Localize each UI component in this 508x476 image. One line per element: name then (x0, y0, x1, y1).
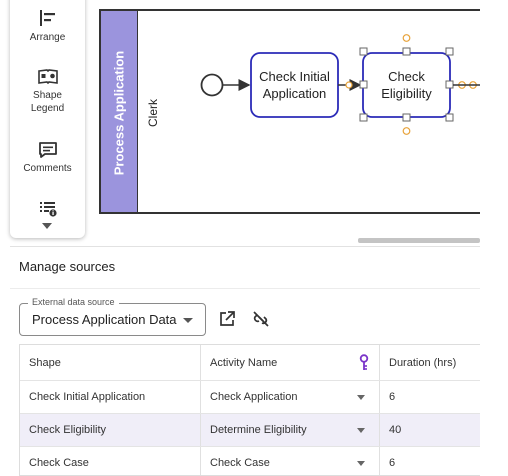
task-label-line: Eligibility (381, 86, 432, 101)
data-info-button[interactable] (10, 200, 85, 218)
cell-duration[interactable]: 40 (380, 414, 480, 446)
activity-name-dropdown[interactable]: Check Case (201, 447, 380, 475)
shape-legend-icon (37, 69, 58, 85)
key-icon[interactable] (359, 354, 369, 371)
column-header-duration[interactable]: Duration (hrs) (380, 345, 480, 380)
cell-shape: Check Initial Application (20, 381, 201, 413)
open-external-icon (220, 311, 235, 326)
data-grid: Shape Activity Name Duration (hrs) Check… (19, 344, 480, 476)
cell-duration[interactable]: 6 (380, 447, 480, 475)
external-data-source-legend: External data source (28, 297, 119, 307)
panel-title: Manage sources (19, 259, 116, 274)
task-label-line: Check (388, 69, 425, 84)
caret-down-icon[interactable] (357, 428, 365, 433)
cell-shape: Check Case (20, 447, 201, 475)
unlink-icon (253, 311, 269, 327)
comments-label: Comments (23, 163, 72, 174)
task-label-line: Check Initial (259, 69, 330, 84)
activity-name-dropdown[interactable]: Determine Eligibility (201, 414, 380, 446)
shape-toolbar: Arrange Shape Legend Comments (10, 0, 85, 238)
table-row[interactable]: Check Initial Application Check Applicat… (20, 381, 480, 414)
connection-point[interactable] (345, 81, 353, 89)
column-header-activity-name[interactable]: Activity Name (201, 345, 380, 380)
caret-down-icon[interactable] (357, 395, 365, 400)
cell-duration[interactable]: 6 (380, 381, 480, 413)
chevron-down-icon[interactable] (42, 223, 52, 229)
comments-icon (38, 142, 57, 158)
task-check-eligibility[interactable]: Check Eligibility (362, 52, 451, 118)
column-header-shape[interactable]: Shape (20, 345, 201, 380)
column-header-label: Activity Name (210, 356, 278, 369)
cell-activity: Determine Eligibility (210, 424, 307, 436)
data-info-icon (39, 202, 57, 217)
panel-divider (10, 246, 480, 247)
activity-name-dropdown[interactable]: Check Application (201, 381, 380, 413)
start-event[interactable] (200, 73, 224, 97)
table-row[interactable]: Check Case Check Case 6 (20, 447, 480, 475)
horizontal-scrollbar[interactable] (358, 238, 480, 243)
caret-down-icon (183, 318, 193, 323)
diagram-canvas[interactable]: Process Application Clerk Check Initial … (97, 0, 480, 242)
divider (10, 288, 480, 289)
unlink-button[interactable] (251, 310, 271, 330)
task-check-initial-application[interactable]: Check Initial Application (250, 52, 339, 118)
arrange-icon (39, 10, 55, 26)
table-row[interactable]: Check Eligibility Determine Eligibility … (20, 414, 480, 447)
cell-activity: Check Application (210, 391, 298, 403)
task-label-line: Application (263, 86, 327, 101)
open-external-button[interactable] (218, 310, 238, 330)
cell-activity: Check Case (210, 457, 270, 469)
shape-legend-button[interactable]: Shape Legend (10, 68, 85, 115)
process-diagram: Check Initial Application Check Eligibil… (200, 34, 480, 135)
arrange-button[interactable]: Arrange (10, 8, 85, 44)
arrange-label: Arrange (29, 32, 66, 43)
comments-button[interactable]: Comments (10, 141, 85, 175)
shape-legend-label: Shape Legend (30, 90, 65, 114)
external-data-source-value: Process Application Data (32, 312, 177, 327)
grid-header-row: Shape Activity Name Duration (hrs) (20, 345, 480, 381)
cell-shape: Check Eligibility (20, 414, 201, 446)
caret-down-icon[interactable] (357, 461, 365, 466)
external-data-source-select[interactable]: External data source Process Application… (19, 297, 206, 336)
